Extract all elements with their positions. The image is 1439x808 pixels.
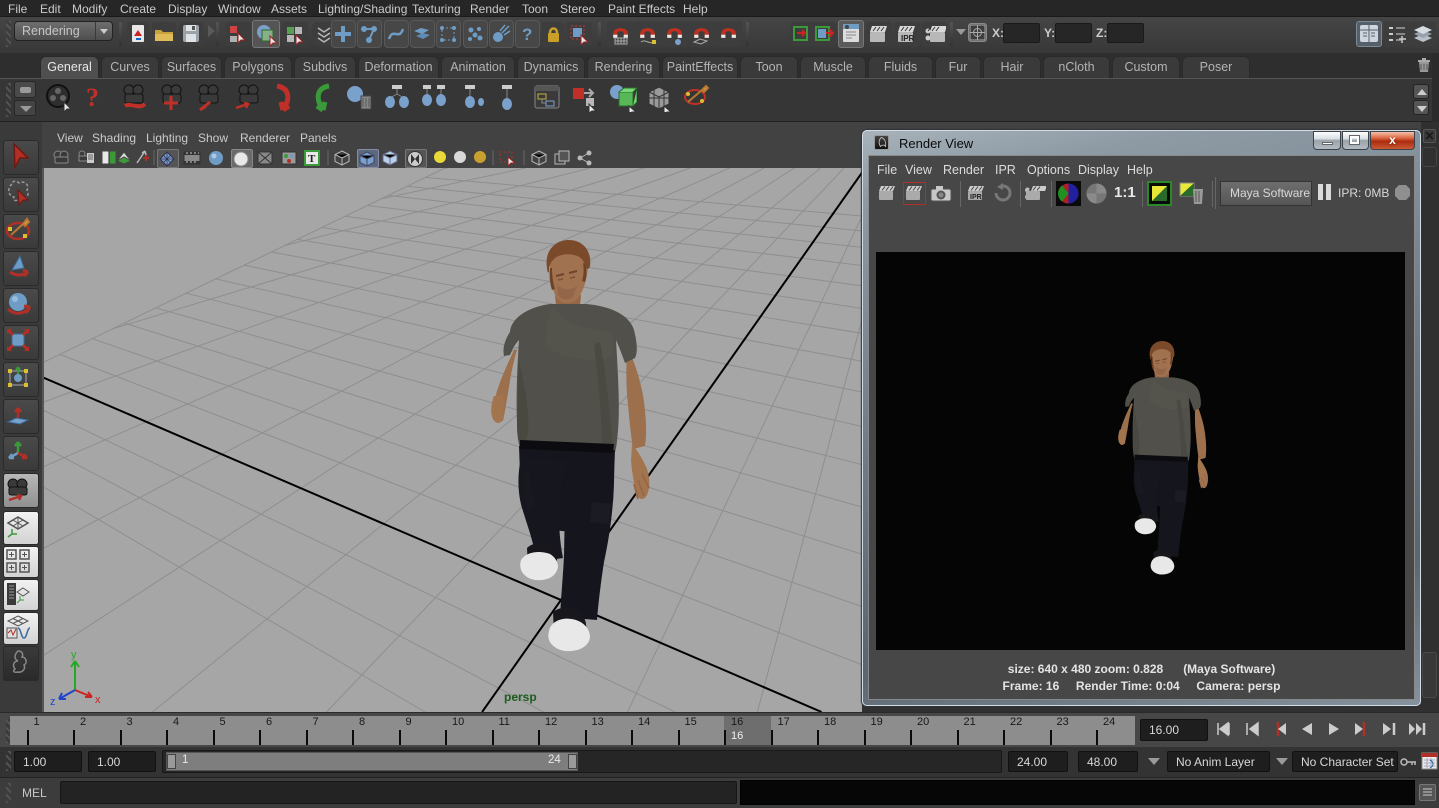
svg-text:IPR: IPR bbox=[901, 34, 915, 43]
svg-text:?: ? bbox=[86, 83, 99, 112]
svg-text:?: ? bbox=[522, 25, 532, 44]
svg-text:y: y bbox=[71, 649, 77, 661]
svg-text:z: z bbox=[50, 696, 56, 708]
svg-text:T: T bbox=[308, 153, 316, 165]
svg-text:x: x bbox=[95, 694, 101, 706]
svg-text:persp: persp bbox=[504, 690, 537, 704]
svg-text:IPR: IPR bbox=[970, 194, 982, 201]
